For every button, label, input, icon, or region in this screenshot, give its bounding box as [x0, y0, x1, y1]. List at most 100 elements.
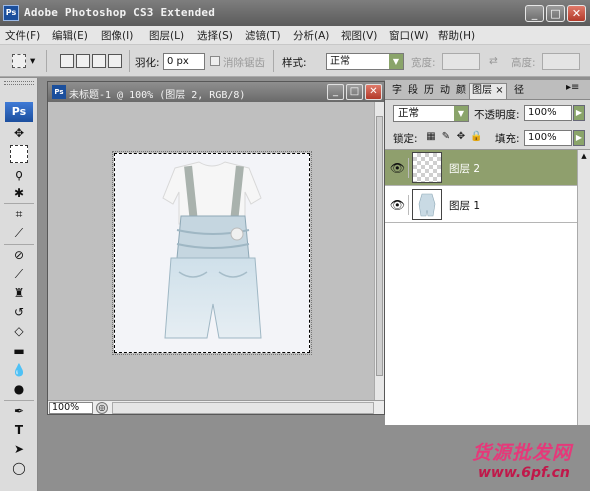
blend-options-row: 正常 ▼ 不透明度: 100% ▶ — [385, 100, 590, 126]
tool-preset-dropdown-icon[interactable]: ▾ — [30, 55, 35, 67]
status-info-icon[interactable]: ◎ — [96, 402, 108, 414]
eye-icon[interactable]: 👁 — [387, 195, 409, 215]
lock-transparency-icon[interactable]: ▦ — [425, 131, 437, 143]
antialias-label: 消除锯齿 — [223, 57, 265, 69]
tab-character[interactable]: 字 — [389, 83, 405, 99]
photoshop-badge: Ps — [5, 102, 33, 122]
canvas[interactable] — [112, 151, 312, 355]
doc-close-button[interactable]: ✕ — [365, 84, 382, 100]
lock-row: 锁定: ▦ ✎ ✥ 🔒 填充: 100% ▶ — [385, 126, 590, 150]
doc-maximize-button[interactable]: □ — [346, 84, 363, 100]
lock-image-icon[interactable]: ✎ — [440, 131, 452, 143]
marquee-tool-icon[interactable] — [10, 145, 28, 163]
document-title: 未标题-1 @ 100% (图层 2, RGB/8) — [69, 90, 246, 101]
crop-tool-icon[interactable]: ⌗ — [10, 205, 28, 223]
pen-tool-icon[interactable]: ✒ — [10, 402, 28, 420]
lock-position-icon[interactable]: ✥ — [455, 131, 467, 143]
menu-help[interactable]: 帮助(H) — [438, 28, 475, 43]
history-brush-tool-icon[interactable]: ↺ — [10, 303, 28, 321]
new-selection-icon[interactable] — [60, 54, 74, 68]
menu-edit[interactable]: 编辑(E) — [52, 28, 88, 43]
path-selection-tool-icon[interactable]: ➤ — [10, 440, 28, 458]
panel-menu-icon[interactable]: ▸≡ — [566, 82, 579, 93]
scroll-up-icon[interactable]: ▲ — [580, 152, 588, 160]
menu-view[interactable]: 视图(V) — [341, 28, 377, 43]
style-label: 样式: — [282, 57, 307, 69]
minimize-button[interactable]: _ — [525, 5, 544, 22]
lasso-tool-icon[interactable]: ϙ — [10, 165, 28, 183]
overalls-thumbnail-image — [418, 193, 436, 217]
layer-row[interactable]: 👁 图层 1 — [385, 187, 577, 223]
tab-layers[interactable]: 图层 × — [469, 83, 507, 99]
lock-all-icon[interactable]: 🔒 — [470, 131, 482, 143]
canvas-area[interactable] — [48, 102, 374, 400]
menu-window[interactable]: 窗口(W) — [389, 28, 429, 43]
brush-tool-icon[interactable]: ⟋ — [10, 265, 28, 283]
intersect-selection-icon[interactable] — [108, 54, 122, 68]
blend-mode-select[interactable]: 正常 ▼ — [393, 105, 469, 122]
horizontal-scrollbar[interactable] — [112, 402, 374, 414]
document-titlebar[interactable]: Ps 未标题-1 @ 100% (图层 2, RGB/8) _ □ ✕ — [48, 82, 384, 102]
toolbox-divider — [4, 400, 34, 401]
rectangular-marquee-icon[interactable] — [12, 54, 26, 68]
clone-stamp-tool-icon[interactable]: ♜ — [10, 284, 28, 302]
style-select[interactable]: 正常 ▼ — [326, 53, 404, 70]
title-bar: Ps Adobe Photoshop CS3 Extended _ □ ✕ — [0, 0, 590, 26]
menu-file[interactable]: 文件(F) — [5, 28, 40, 43]
vertical-scroll-thumb[interactable] — [376, 116, 383, 376]
layers-scrollbar[interactable]: ▲ — [577, 150, 590, 425]
layer-name[interactable]: 图层 1 — [449, 198, 480, 213]
add-to-selection-icon[interactable] — [76, 54, 90, 68]
overalls-image — [115, 154, 309, 352]
tab-actions[interactable]: 动 — [437, 83, 453, 99]
eyedropper-tool-icon[interactable]: ⟋ — [10, 224, 28, 242]
opacity-arrow-icon[interactable]: ▶ — [573, 105, 585, 121]
tab-history[interactable]: 历 — [421, 83, 437, 99]
dodge-tool-icon[interactable]: ● — [10, 380, 28, 398]
panel-tab-bar: 字 段 历 动 颜 图层 × 径 ▸≡ — [385, 80, 590, 100]
opacity-input[interactable]: 100% — [524, 105, 572, 121]
menu-analysis[interactable]: 分析(A) — [293, 28, 329, 43]
height-input[interactable] — [542, 53, 580, 70]
eraser-tool-icon[interactable]: ◇ — [10, 322, 28, 340]
menu-select[interactable]: 选择(S) — [197, 28, 233, 43]
feather-input[interactable]: 0 px — [163, 53, 205, 70]
maximize-button[interactable]: □ — [546, 5, 565, 22]
swap-icon[interactable]: ⇄ — [489, 55, 498, 67]
tab-color[interactable]: 颜 — [453, 83, 469, 99]
zoom-field[interactable]: 100% — [49, 402, 93, 414]
antialias-checkbox[interactable] — [210, 56, 220, 66]
layer-row[interactable]: 👁 图层 2 — [385, 150, 577, 186]
menu-image[interactable]: 图像(I) — [101, 28, 133, 43]
toolbox-grip[interactable] — [4, 81, 34, 85]
doc-minimize-button[interactable]: _ — [327, 84, 344, 100]
fill-arrow-icon[interactable]: ▶ — [573, 130, 585, 146]
tab-close-icon[interactable]: × — [495, 85, 503, 96]
eye-icon[interactable]: 👁 — [387, 158, 409, 178]
blend-mode-value: 正常 — [398, 107, 419, 119]
watermark: 货源批发网 www.6pf.cn — [470, 434, 590, 491]
gradient-tool-icon[interactable]: ▬ — [10, 342, 28, 360]
tab-paths[interactable]: 径 — [511, 83, 527, 99]
layer-name[interactable]: 图层 2 — [449, 161, 480, 176]
ellipse-tool-icon[interactable]: ◯ — [10, 459, 28, 477]
blur-tool-icon[interactable]: 💧 — [10, 361, 28, 379]
menu-layer[interactable]: 图层(L) — [149, 28, 184, 43]
type-tool-icon[interactable]: T — [10, 421, 28, 439]
healing-brush-tool-icon[interactable]: ⊘ — [10, 246, 28, 264]
layer-thumbnail — [412, 189, 442, 220]
fill-input[interactable]: 100% — [524, 130, 572, 146]
width-input[interactable] — [442, 53, 480, 70]
options-divider — [273, 50, 274, 72]
vertical-scrollbar[interactable] — [374, 102, 384, 400]
move-tool-icon[interactable]: ✥ — [10, 124, 28, 142]
tab-paragraph[interactable]: 段 — [405, 83, 421, 99]
close-button[interactable]: ✕ — [567, 5, 586, 22]
toolbox: Ps ✥ ϙ ✱ ⌗ ⟋ ⊘ ⟋ ♜ ↺ ◇ ▬ 💧 ● ✒ T ➤ ◯ — [0, 78, 38, 491]
subtract-from-selection-icon[interactable] — [92, 54, 106, 68]
menu-filter[interactable]: 滤镜(T) — [245, 28, 281, 43]
options-bar: ▾ 羽化: 0 px 消除锯齿 样式: 正常 ▼ 宽度: ⇄ 高度: — [0, 45, 590, 77]
magic-wand-tool-icon[interactable]: ✱ — [10, 184, 28, 202]
chevron-down-icon: ▼ — [389, 54, 403, 69]
options-divider — [46, 50, 47, 72]
